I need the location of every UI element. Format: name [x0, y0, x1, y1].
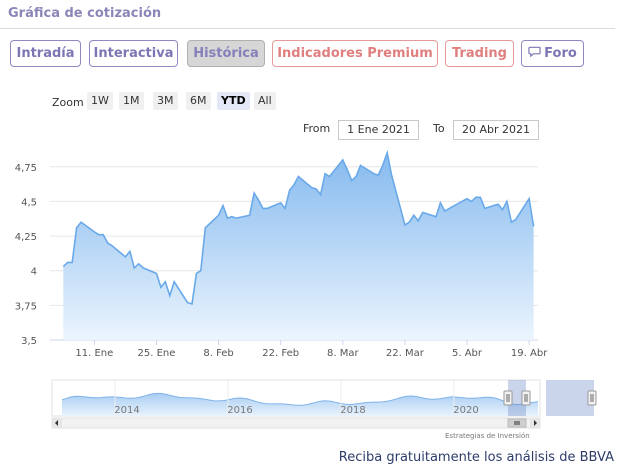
- navigator-frame: [51, 379, 541, 417]
- navigator-line: [61, 392, 539, 406]
- zoom-3m-button[interactable]: 3M: [153, 92, 178, 110]
- tab-historica[interactable]: Histórica: [187, 40, 265, 67]
- y-tick-label: 4,25: [15, 232, 37, 243]
- scrollbar-left-arrow: [52, 418, 62, 428]
- tab-foro-label: Foro: [544, 46, 577, 61]
- y-tick-label: 3,5: [21, 336, 37, 347]
- y-tick-label: 4,75: [15, 163, 37, 174]
- tab-interactiva[interactable]: Interactiva: [89, 40, 178, 67]
- tab-intradia[interactable]: Intradía: [10, 40, 81, 67]
- navigator-extra-handle[interactable]: [587, 390, 597, 406]
- handle-body: [521, 390, 531, 406]
- price-area: [63, 152, 534, 340]
- scrollbar-right-arrow: [530, 418, 540, 428]
- x-tick-label: 22. Feb: [262, 348, 299, 359]
- tab-trading[interactable]: Trading: [445, 40, 514, 67]
- x-tick-label: 8. Feb: [203, 348, 233, 359]
- navigator-selection: [508, 380, 526, 416]
- navigator-outside-selection: [546, 380, 594, 416]
- chart-credits: Estrategias de Inversión: [445, 432, 530, 440]
- x-axis: 11. Ene 25. Ene 8. Feb 22. Feb 8. Mar 22. Mar…: [75, 340, 548, 359]
- zoom-1w-button[interactable]: 1W: [87, 92, 113, 110]
- x-tick-label: 11. Ene: [75, 348, 113, 359]
- from-date-input[interactable]: 1 Ene 2021: [338, 120, 419, 140]
- x-tick-label: 8. Mar: [327, 348, 359, 359]
- zoom-ytd-button[interactable]: YTD: [217, 92, 250, 110]
- navigator-year-label: 2016: [227, 405, 252, 416]
- handle-body: [503, 390, 513, 406]
- from-label: From: [303, 122, 331, 135]
- x-tick-label: 22. Mar: [386, 348, 425, 359]
- navigator-scrollbar[interactable]: [51, 417, 541, 429]
- price-line: [62, 149, 535, 306]
- navigator-left-handle[interactable]: [503, 390, 513, 406]
- y-tick-label: 4: [31, 267, 37, 278]
- y-tick-label: 3,75: [15, 301, 37, 312]
- x-tick-label: 25. Ene: [138, 348, 176, 359]
- y-axis: 3,5 3,75 4 4,25 4,5 4,75: [15, 163, 37, 347]
- navigator-area: [62, 393, 538, 416]
- footer-cta-text[interactable]: Reciba gratuitamente los análisis de BBV…: [339, 450, 614, 465]
- chart-grid: [50, 166, 538, 341]
- chart-header-title: Gráfica de cotización: [8, 6, 162, 21]
- tab-indicadores-premium[interactable]: Indicadores Premium: [272, 40, 438, 67]
- to-label: To: [433, 122, 445, 135]
- navigator-year-label: 2014: [114, 405, 139, 416]
- header-divider: [0, 28, 615, 29]
- price-chart: 3,5 3,75 4 4,25 4,5 4,75 11. Ene 25. Ene 8. Feb…: [15, 149, 597, 429]
- chat-bubble-icon: [528, 45, 541, 62]
- zoom-1m-button[interactable]: 1M: [119, 92, 144, 110]
- x-tick-label: 19. Abr: [511, 348, 548, 359]
- navigator: 2014 2016 2018 2020: [51, 379, 597, 429]
- scrollbar-thumb: [507, 418, 527, 428]
- navigator-year-label: 2020: [453, 405, 478, 416]
- y-tick-label: 4,5: [21, 197, 37, 208]
- scrollbar-track: [51, 417, 541, 429]
- scrollbar-right-arrow-icon: [534, 420, 537, 426]
- x-tick-label: 5. Abr: [452, 348, 483, 359]
- scrollbar-left-arrow-icon: [55, 420, 58, 426]
- navigator-year-label: 2018: [340, 405, 365, 416]
- zoom-6m-button[interactable]: 6M: [186, 92, 211, 110]
- zoom-label: Zoom: [52, 96, 84, 109]
- zoom-all-button[interactable]: All: [254, 92, 276, 110]
- to-date-input[interactable]: 20 Abr 2021: [453, 120, 539, 140]
- navigator-right-handle[interactable]: [521, 390, 531, 406]
- handle-body: [587, 390, 597, 406]
- tab-foro[interactable]: Foro: [521, 40, 584, 67]
